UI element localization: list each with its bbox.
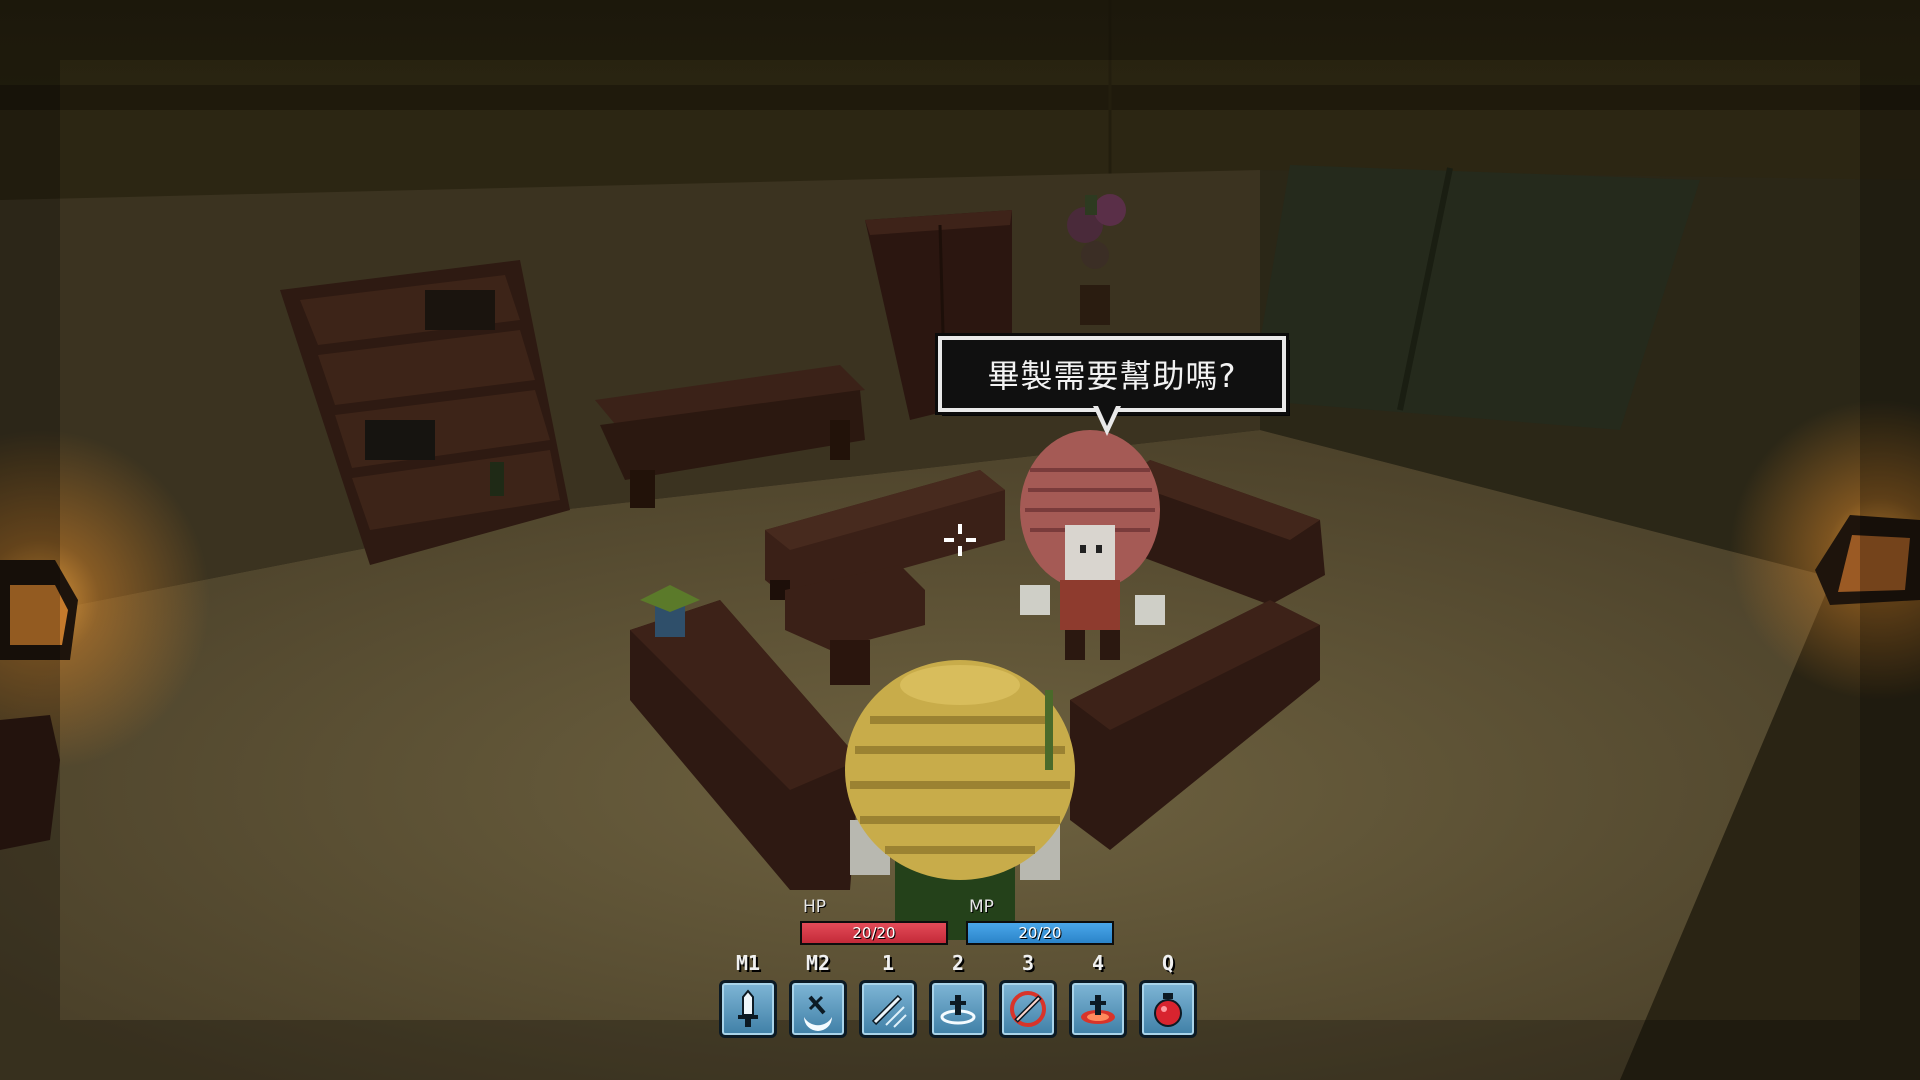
game-viewport[interactable]: 畢製需要幫助嗎? HP 20/20 MP 20/20 M1 M2 1 2 3 4…	[0, 0, 1920, 1080]
sword-icon	[738, 989, 758, 1027]
window	[1250, 165, 1700, 430]
potion-bag-icon	[1154, 993, 1182, 1027]
skill-slot-1[interactable]	[859, 980, 917, 1038]
skill-slot-4[interactable]	[1069, 980, 1127, 1038]
mp-value: 20/20	[1018, 924, 1062, 942]
skill-slot-m2[interactable]	[789, 980, 847, 1038]
skill-slot-q[interactable]	[1139, 980, 1197, 1038]
fire-stab-icon	[1081, 995, 1115, 1024]
skill-slot-2[interactable]	[929, 980, 987, 1038]
skill-slot-3[interactable]	[999, 980, 1057, 1038]
crosshair-icon	[944, 524, 976, 556]
hp-bar: 20/20	[800, 921, 948, 945]
hp-value: 20/20	[852, 924, 896, 942]
crescent-slash-icon	[804, 995, 832, 1031]
ground-stab-icon	[940, 995, 976, 1025]
npc-dialogue-text: 畢製需要幫助嗎?	[987, 357, 1237, 395]
mp-bar: 20/20	[966, 921, 1114, 945]
dash-blade-icon	[871, 994, 907, 1028]
npc-speech-bubble: 畢製需要幫助嗎?	[938, 336, 1286, 412]
skill-slot-m1[interactable]	[719, 980, 777, 1038]
ceiling-beam	[0, 85, 1920, 110]
fire-blade-icon	[1010, 991, 1046, 1027]
